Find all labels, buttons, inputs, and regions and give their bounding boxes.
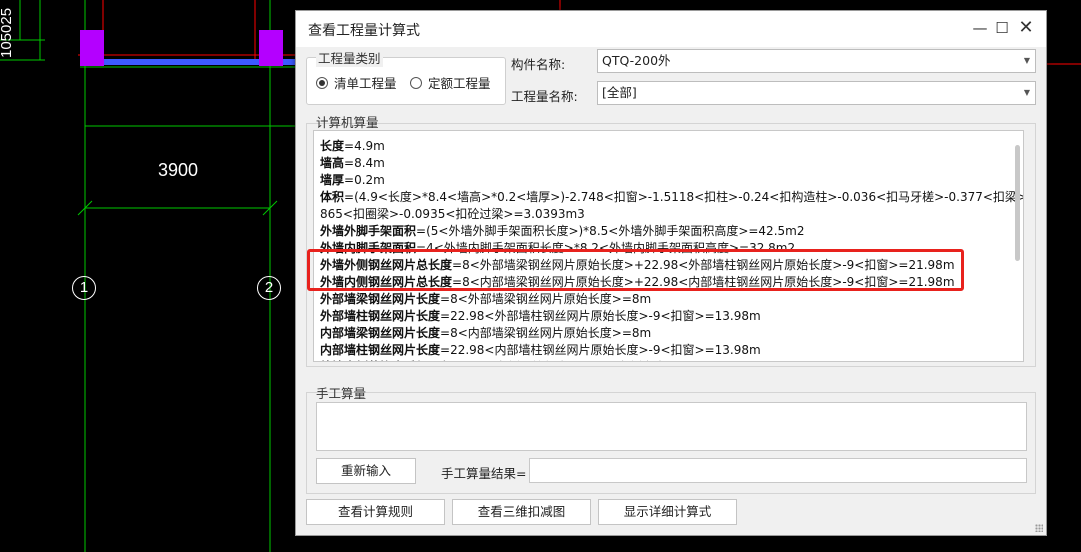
view-3d-deduction-button[interactable]: 查看三维扣减图: [452, 499, 591, 525]
calc-line-expr: =(4.8<左侧原始长度>)*8.2<左侧高度>=39.36m2: [452, 360, 740, 361]
calc-line-expr: =0.2m: [344, 173, 385, 187]
radio-label: 清单工程量: [334, 76, 397, 91]
calc-line-expr: =(4.9<长度>*8.4<墙高>*0.2<墙厚>)-2.748<扣窗>-1.5…: [344, 190, 1024, 204]
component-name-value: QTQ-200外: [602, 53, 671, 68]
dialog-titlebar[interactable]: 查看工程量计算式 — ☐ ✕: [296, 11, 1046, 47]
calc-line-name: 外部墙柱钢丝网片长度: [320, 309, 441, 323]
column: [80, 30, 104, 66]
reinput-button[interactable]: 重新输入: [316, 458, 416, 484]
manual-result-label: 手工算量结果=: [441, 466, 527, 481]
calc-line-expr: =8<外部墙梁钢丝网片原始长度>=8m: [440, 292, 652, 306]
calc-line-name: 墙厚: [320, 173, 345, 187]
calc-line: 外墙外脚手架面积=(5<外墙外脚手架面积长度>)*8.5<外墙外脚手架面积高度>…: [314, 223, 1023, 240]
calc-line-name: 体积: [320, 190, 345, 204]
close-icon[interactable]: ✕: [1014, 17, 1038, 39]
calc-line-expr: =4<外墙内脚手架面积长度>*8.2<外墙内脚手架面积高度>=32.8m2: [416, 241, 796, 255]
quantity-name-label: 工程量名称:: [511, 89, 578, 104]
calc-line-name: 外墙内脚手架面积: [320, 241, 417, 255]
radio-unchecked-icon[interactable]: [410, 76, 422, 89]
manual-result-input[interactable]: [529, 458, 1027, 483]
minimize-icon[interactable]: —: [968, 17, 992, 39]
radio-bill-quantity[interactable]: 清单工程量: [316, 73, 397, 92]
calc-line-expr: =22.98<内部墙柱钢丝网片原始长度>-9<扣窗>=13.98m: [440, 343, 761, 357]
radio-label: 定额工程量: [428, 76, 491, 91]
calc-line: 外部墙梁钢丝网片长度=8<外部墙梁钢丝网片原始长度>=8m: [314, 291, 1023, 308]
calc-line: 内部墙柱钢丝网片长度=22.98<内部墙柱钢丝网片原始长度>-9<扣窗>=13.…: [314, 342, 1023, 359]
maximize-icon[interactable]: ☐: [990, 17, 1014, 39]
calc-line: 长度=4.9m: [314, 138, 1023, 155]
calc-line: 内部墙梁钢丝网片长度=8<内部墙梁钢丝网片原始长度>=8m: [314, 325, 1023, 342]
radio-checked-icon[interactable]: [316, 76, 328, 89]
quantity-type-label: 工程量类别: [316, 48, 383, 67]
manual-formula-input[interactable]: [316, 402, 1027, 451]
calc-line-name: 长度: [320, 139, 345, 153]
component-name-label: 构件名称:: [511, 57, 566, 72]
dimension-horizontal-label: 3900: [158, 160, 199, 180]
axis-bubble-1: 1: [72, 276, 96, 300]
quantity-name-value: [全部]: [602, 85, 637, 100]
calc-line-name: 外墙外脚手架面积: [320, 224, 417, 238]
calc-line-name: 外墙外侧钢丝网片总长度: [320, 258, 453, 272]
calc-line: 865<扣圈梁>-0.0935<扣砼过梁>=3.0393m3: [314, 206, 1023, 223]
quantity-formula-dialog: 查看工程量计算式 — ☐ ✕ 工程量类别 清单工程量 定额工程量 构件名称: Q…: [295, 10, 1047, 536]
dialog-title: 查看工程量计算式: [308, 23, 420, 39]
dropdown-arrow-icon[interactable]: ▼: [1024, 82, 1030, 104]
vertical-scrollbar[interactable]: [1015, 145, 1020, 261]
calc-line-name: 内部墙柱钢丝网片长度: [320, 343, 441, 357]
calc-line: 外墙内脚手架面积=4<外墙内脚手架面积长度>*8.2<外墙内脚手架面积高度>=3…: [314, 240, 1023, 257]
computer-calc-label: 计算机算量: [316, 115, 379, 130]
calc-line-expr: =8<内部墙梁钢丝网片原始长度>=8m: [440, 326, 652, 340]
dimension-vertical-label: 105025: [0, 7, 15, 58]
calc-line-expr: =8<内部墙梁钢丝网片原始长度>+22.98<内部墙柱钢丝网片原始长度>-9<扣…: [452, 275, 955, 289]
view-calc-rules-button[interactable]: 查看计算规则: [306, 499, 445, 525]
calc-line-name: 墙高: [320, 156, 345, 170]
resize-grip-icon[interactable]: [1035, 524, 1043, 532]
calc-line: 外墙内侧钢丝网片总长度=8<内部墙梁钢丝网片原始长度>+22.98<内部墙柱钢丝…: [314, 274, 1023, 291]
calc-line: 墙高=8.4m: [314, 155, 1023, 172]
calc-line: 外墙内侧装饰脚手架面积=(4.8<左侧原始长度>)*8.2<左侧高度>=39.3…: [314, 359, 1023, 361]
calc-line-expr: =22.98<外部墙柱钢丝网片原始长度>-9<扣窗>=13.98m: [440, 309, 761, 323]
calc-line-name: 外部墙梁钢丝网片长度: [320, 292, 441, 306]
calc-line-expr: =8<外部墙梁钢丝网片原始长度>+22.98<外部墙柱钢丝网片原始长度>-9<扣…: [452, 258, 955, 272]
dropdown-arrow-icon[interactable]: ▼: [1024, 50, 1030, 72]
calc-line-expr: =8.4m: [344, 156, 385, 170]
calc-line-expr: =(5<外墙外脚手架面积长度>)*8.5<外墙外脚手架面积高度>=42.5m2: [416, 224, 805, 238]
axis-bubble-2: 2: [257, 276, 281, 300]
calc-line: 墙厚=0.2m: [314, 172, 1023, 189]
calc-line-name: 外墙内侧钢丝网片总长度: [320, 275, 453, 289]
calc-line: 体积=(4.9<长度>*8.4<墙高>*0.2<墙厚>)-2.748<扣窗>-1…: [314, 189, 1023, 206]
calc-line: 外墙外侧钢丝网片总长度=8<外部墙梁钢丝网片原始长度>+22.98<外部墙柱钢丝…: [314, 257, 1023, 274]
calc-formula-textarea[interactable]: 长度=4.9m 墙高=8.4m 墙厚=0.2m 体积=(4.9<长度>*8.4<墙高>…: [313, 130, 1024, 362]
quantity-name-select[interactable]: [全部] ▼: [597, 81, 1036, 105]
radio-quota-quantity[interactable]: 定额工程量: [410, 73, 491, 92]
calc-line-expr: 865<扣圈梁>-0.0935<扣砼过梁>=3.0393m3: [320, 207, 585, 221]
column: [259, 30, 283, 66]
calc-line: 外部墙柱钢丝网片长度=22.98<外部墙柱钢丝网片原始长度>-9<扣窗>=13.…: [314, 308, 1023, 325]
calc-line-expr: =4.9m: [344, 139, 385, 153]
calc-line-name: 外墙内侧装饰脚手架面积: [320, 360, 452, 361]
show-detail-formula-button[interactable]: 显示详细计算式: [598, 499, 737, 525]
manual-calc-label: 手工算量: [316, 386, 367, 401]
component-name-select[interactable]: QTQ-200外 ▼: [597, 49, 1036, 73]
calc-line-name: 内部墙梁钢丝网片长度: [320, 326, 441, 340]
